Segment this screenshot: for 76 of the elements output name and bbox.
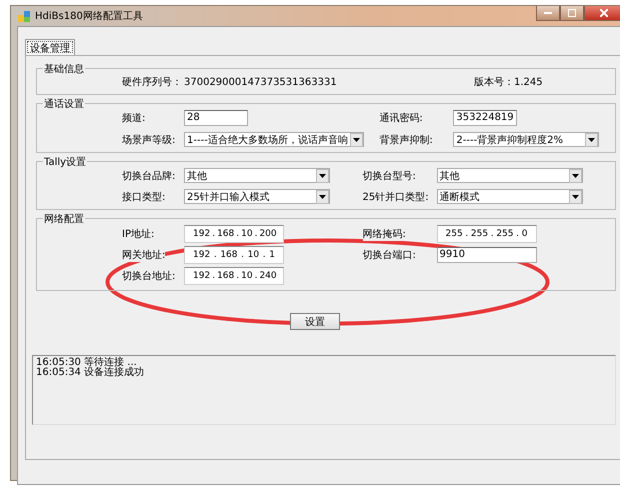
log-line: 16:05:34 设备连接成功 — [36, 368, 146, 378]
octet-separator: . — [262, 250, 267, 260]
dropdown[interactable]: 通断模式 — [436, 189, 582, 204]
set-button[interactable]: 设置 — [290, 313, 340, 330]
octet-separator: . — [464, 229, 470, 239]
octet: 168 — [217, 229, 234, 239]
octet: 240 — [259, 271, 277, 281]
close-icon[interactable] — [600, 9, 608, 17]
dropdown-value: 2----背景声抑制程度2% — [456, 134, 564, 146]
octet-separator: . — [240, 250, 245, 260]
octet: 255 — [446, 229, 463, 239]
input-field[interactable]: 9910 — [436, 247, 536, 263]
dropdown[interactable]: 25针并口输入模式 — [184, 189, 330, 204]
octet-separator: . — [490, 229, 495, 239]
ip-address-field[interactable]: 192 . 168 . 10 . 240 — [184, 267, 284, 285]
octet: 192 — [193, 229, 210, 239]
octet: 0 — [522, 229, 528, 239]
octet-separator: . — [212, 250, 218, 260]
field-label: 切换台品牌: — [122, 168, 176, 182]
field-label: 背景声抑制: — [379, 132, 433, 146]
field-label: 通讯密码: — [379, 111, 423, 125]
octet-separator: . — [235, 229, 240, 239]
dropdown[interactable]: 1----适合绝大多数场所，说话声音响 — [184, 132, 364, 147]
octet: 200 — [259, 229, 277, 239]
field-label: 接口类型: — [122, 190, 166, 204]
octet: 1 — [269, 250, 275, 260]
dropdown[interactable]: 2----背景声抑制程度2% — [453, 132, 600, 147]
log-line: 16:05:30 等待连接 ... — [36, 358, 137, 368]
octet-separator: . — [211, 271, 216, 281]
octet-separator: . — [254, 229, 258, 239]
maximize-button[interactable] — [560, 6, 584, 21]
field-label: 25针并口类型: — [362, 190, 429, 204]
octet: 255 — [496, 229, 514, 239]
app-icon — [17, 9, 31, 23]
dropdown-value: 其他 — [440, 170, 460, 182]
field-label: 切换台型号: — [362, 168, 416, 182]
octet: 168 — [217, 271, 234, 281]
tab[interactable]: 设备管理 — [25, 39, 75, 55]
field-label: 切换台地址: — [122, 269, 176, 283]
octet: 192 — [193, 271, 210, 281]
octet: 192 — [193, 250, 210, 260]
window-title: HdiBs180网络配置工具 — [35, 10, 143, 23]
octet: 10 — [241, 271, 253, 281]
input-field[interactable]: 353224819 — [453, 110, 518, 126]
group-title: 网络配置 — [43, 212, 85, 226]
dropdown-value: 其他 — [187, 170, 208, 182]
octet-separator: . — [235, 271, 240, 281]
group-title: 基础信息 — [43, 62, 85, 76]
field-label: 频道: — [122, 111, 146, 125]
group-title: Tally设置 — [43, 155, 88, 169]
octet-separator: . — [515, 229, 520, 239]
field-label: 网关地址: — [122, 248, 166, 262]
field-label: 切换台端口: — [362, 248, 416, 262]
ip-address-field[interactable]: 192 . 168 . 10 . 200 — [184, 225, 284, 243]
dropdown-value: 1----适合绝大多数场所，说话声音响 — [187, 134, 348, 146]
octet-separator: . — [254, 271, 258, 281]
dropdown-value: 25针并口输入模式 — [187, 190, 271, 204]
dropdown-value: 通断模式 — [440, 190, 480, 204]
field-label: IP地址: — [122, 227, 154, 241]
dropdown[interactable]: 其他 — [436, 168, 582, 183]
octet: 10 — [248, 250, 260, 260]
close-button[interactable] — [584, 6, 620, 21]
input-field[interactable]: 28 — [184, 110, 248, 126]
ip-address-field[interactable]: 192 . 168 . 10 . 1 — [184, 246, 284, 264]
value-text: 1.245 — [514, 76, 543, 88]
ip-address-field[interactable]: 255 . 255 . 255 . 0 — [436, 225, 536, 243]
octet: 10 — [241, 229, 253, 239]
dropdown[interactable]: 其他 — [184, 168, 330, 183]
group-title: 通话设置 — [43, 97, 85, 111]
field-label: 场景声等级: — [122, 132, 176, 146]
value-text: 370029000147373531363331 — [184, 76, 337, 88]
minimize-button[interactable] — [536, 6, 560, 21]
octet-separator: . — [211, 229, 216, 239]
field-label: 网络掩码: — [362, 227, 406, 241]
octet: 255 — [470, 229, 488, 239]
octet: 168 — [220, 250, 238, 260]
